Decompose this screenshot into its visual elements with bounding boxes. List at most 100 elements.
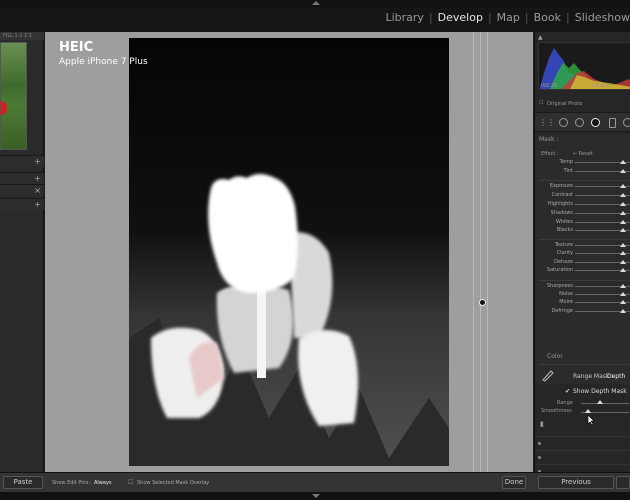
mask-overlay-checkbox-icon[interactable]: ☐ — [128, 479, 133, 486]
tool-strip: ⋮⋮ — [535, 112, 630, 132]
loupe-view[interactable]: HEIC Apple iPhone 7 Plus — [45, 32, 533, 472]
graduated-filter-icon[interactable] — [609, 118, 616, 128]
clear-icon[interactable]: × — [34, 185, 41, 197]
slider-label: Texture — [554, 242, 573, 248]
module-slideshow[interactable]: Slideshow — [575, 11, 630, 24]
mask-panel: Mask : Effect : ← Reset Temp Tint Exposure… — [535, 134, 630, 384]
adjustment-brush-icon[interactable] — [623, 118, 630, 127]
slider-knob[interactable] — [620, 160, 626, 164]
reset-button-partial[interactable] — [616, 476, 630, 489]
original-photo-label: Original Photo — [547, 101, 583, 107]
navigator-preview[interactable] — [0, 42, 27, 150]
slider-knob[interactable] — [620, 284, 626, 288]
module-separator: | — [566, 11, 570, 24]
slider-knob[interactable] — [620, 220, 626, 224]
module-separator: | — [487, 11, 492, 24]
show-edit-pins-select[interactable]: Always — [94, 480, 112, 486]
collapse-top-arrow-icon[interactable] — [312, 1, 320, 5]
mask-overlay-label: Show Selected Mask Overlay — [137, 480, 210, 486]
range-mask-eyedropper-icon[interactable] — [541, 368, 555, 382]
effect-label: Effect : — [541, 151, 559, 157]
smoothness-knob[interactable] — [585, 409, 591, 413]
slider-knob[interactable] — [620, 243, 626, 247]
delete-pin-icon[interactable]: ▮ — [540, 420, 544, 428]
show-depth-mask-label: Show Depth Mask — [573, 388, 627, 395]
slider-knob[interactable] — [620, 193, 626, 197]
slider-label: Defringe — [551, 308, 573, 314]
section-expand-icon[interactable] — [538, 442, 541, 445]
slider-knob[interactable] — [620, 184, 626, 188]
spot-removal-icon[interactable] — [559, 118, 568, 127]
slider-knob[interactable] — [620, 228, 626, 232]
add-icon[interactable]: + — [34, 156, 41, 168]
effect-reset[interactable]: ← Reset — [573, 151, 593, 157]
guide-line — [480, 32, 481, 472]
camera-label: Apple iPhone 7 Plus — [59, 57, 148, 67]
photo-format-label: HEIC — [59, 40, 94, 55]
color-label: Color — [547, 353, 563, 360]
slider-knob[interactable] — [620, 300, 626, 304]
slider-label: Highlights — [547, 201, 573, 207]
module-develop[interactable]: Develop — [438, 11, 483, 24]
divider — [539, 239, 630, 240]
paste-button[interactable]: Paste — [3, 476, 43, 489]
show-edit-pins-label: Show Edit Pins : — [52, 480, 92, 486]
range-mask-select[interactable]: Depth — [607, 373, 625, 380]
radial-filter-icon[interactable] — [591, 118, 600, 127]
module-library[interactable]: Library — [385, 11, 423, 24]
histogram-collapse-icon[interactable]: ▲ — [538, 34, 543, 41]
slider-knob[interactable] — [620, 202, 626, 206]
top-panel-toggle-strip[interactable] — [0, 0, 630, 7]
panel-section-row[interactable] — [535, 450, 630, 464]
slider-knob[interactable] — [620, 169, 626, 173]
histogram[interactable]: ISO 20 6.6 mm — [538, 42, 630, 90]
crop-icon[interactable]: ⋮⋮ — [539, 118, 555, 127]
slider-knob[interactable] — [620, 211, 626, 215]
mask-header: Mask : — [539, 136, 559, 143]
range-knob[interactable] — [597, 400, 603, 404]
red-eye-icon[interactable] — [575, 118, 584, 127]
module-book[interactable]: Book — [534, 11, 561, 24]
guide-line — [487, 32, 488, 472]
bottom-toolbar: Paste Show Edit Pins : Always ☐ Show Sel… — [0, 472, 630, 492]
previous-button[interactable]: Previous — [538, 476, 614, 489]
module-picker-bar: Library | Develop | Map | Book | Slideshow — [0, 7, 630, 32]
slider-label: Temp — [559, 159, 573, 165]
snapshots-row[interactable]: + — [0, 172, 44, 184]
range-track[interactable] — [581, 403, 629, 404]
zoom-2-1[interactable]: 2:1 — [24, 33, 32, 39]
slider-knob[interactable] — [620, 268, 626, 272]
zoom-fill[interactable]: FILL — [3, 33, 13, 39]
mouse-cursor-icon — [587, 414, 595, 426]
done-button[interactable]: Done — [502, 476, 526, 489]
right-panel: ▲ ISO 20 6.6 mm ☐ Original Photo ⋮⋮ Mask… — [534, 32, 630, 473]
history-row[interactable]: × — [0, 184, 44, 196]
navigator-preview-highlight — [1, 101, 7, 115]
guide-line — [473, 32, 474, 472]
depth-mask-photo[interactable] — [129, 38, 449, 466]
slider-label: Exposure — [549, 183, 573, 189]
edit-pin[interactable] — [479, 299, 486, 306]
add-icon[interactable]: + — [34, 199, 41, 211]
section-expand-icon[interactable] — [538, 456, 541, 459]
zoom-1-1[interactable]: 1:1 — [15, 33, 23, 39]
slider-knob[interactable] — [620, 292, 626, 296]
slider-label: Shadows — [550, 210, 573, 216]
expand-filmstrip-arrow-icon[interactable] — [312, 494, 320, 498]
collections-row[interactable]: + — [0, 198, 44, 210]
original-photo-checkbox-icon[interactable]: ☐ — [539, 100, 543, 106]
slider-label: Whites — [555, 219, 573, 225]
panel-section-row[interactable] — [535, 436, 630, 450]
left-panel: FILL 1:1 2:1 + + × + — [0, 32, 44, 472]
slider-knob[interactable] — [620, 251, 626, 255]
show-depth-mask-checkbox-icon[interactable]: ✔ — [565, 388, 570, 395]
histogram-iso: ISO 20 — [541, 83, 558, 89]
filmstrip-toggle-strip[interactable] — [0, 492, 630, 500]
slider-knob[interactable] — [620, 309, 626, 313]
presets-row[interactable]: + — [0, 155, 44, 167]
module-map[interactable]: Map — [497, 11, 520, 24]
range-label: Range — [557, 400, 573, 406]
tulip-depth-mask — [129, 174, 449, 466]
navigator-header: FILL 1:1 2:1 — [0, 32, 44, 40]
slider-knob[interactable] — [620, 260, 626, 264]
